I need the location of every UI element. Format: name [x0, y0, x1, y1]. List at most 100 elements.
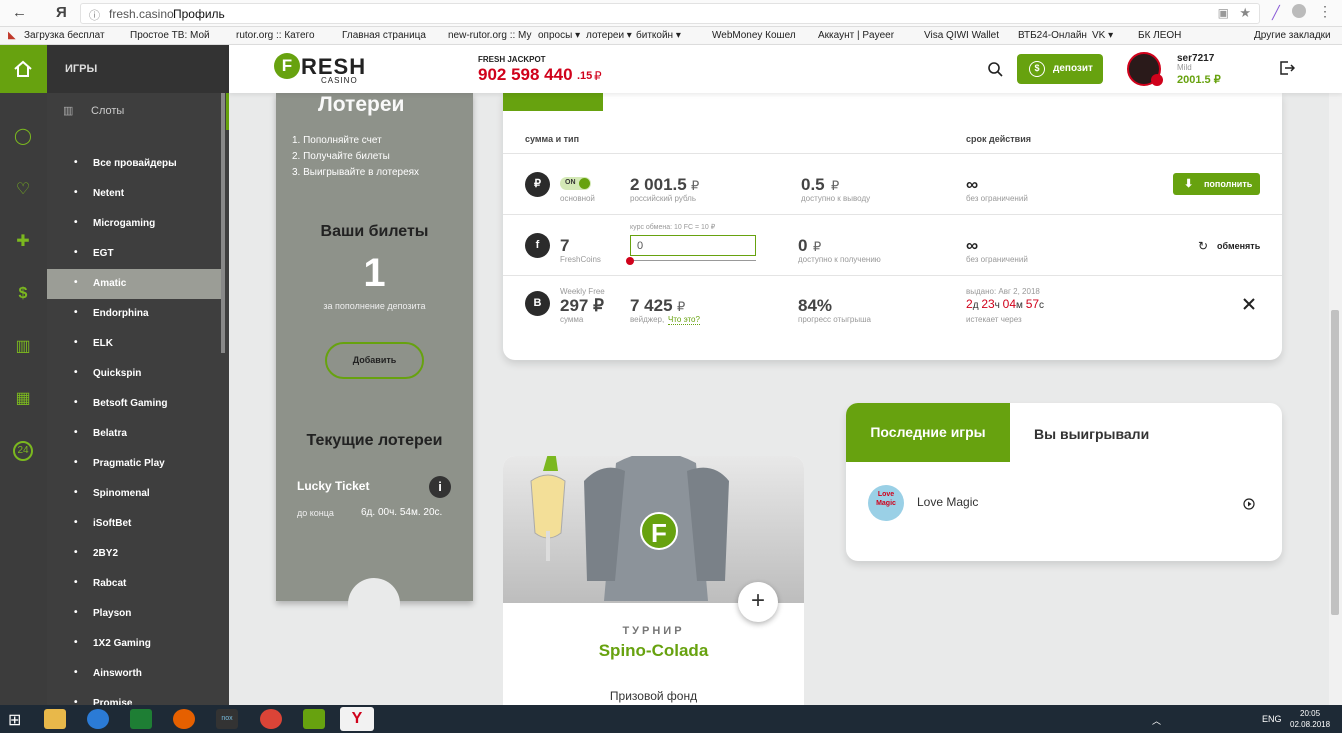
- gamepad-icon[interactable]: ✚: [13, 232, 33, 252]
- tournament-card[interactable]: F + ТУРНИР Spino-Colada Призовой фонд: [503, 456, 804, 705]
- provider-item[interactable]: Playson: [47, 599, 221, 629]
- back-button[interactable]: ←: [12, 4, 27, 21]
- pen-icon[interactable]: ╱: [1272, 5, 1280, 21]
- bookmark-item[interactable]: Простое ТВ: Мой: [130, 30, 210, 41]
- provider-item[interactable]: Microgaming: [47, 209, 221, 239]
- topup-button[interactable]: ⬇ пополнить: [1173, 173, 1260, 195]
- yandex-button[interactable]: Я: [56, 4, 67, 21]
- provider-item[interactable]: Promise: [47, 689, 221, 705]
- chrome-icon[interactable]: [260, 709, 282, 729]
- menu-icon[interactable]: ⋮: [1318, 3, 1332, 20]
- sidebar-slots[interactable]: ▥ Слоты: [47, 93, 229, 130]
- other-bookmarks[interactable]: Другие закладки: [1254, 30, 1331, 41]
- bookmark-item[interactable]: Загрузка бесплат: [24, 30, 105, 41]
- provider-item[interactable]: iSoftBet: [47, 509, 221, 539]
- bookmark-folder[interactable]: биткойн ▾: [636, 30, 681, 41]
- store-icon[interactable]: [130, 709, 152, 729]
- icon-rail: ◯ ♡ ✚ $ ▥ ▦ 24: [0, 45, 47, 705]
- bookmark-item[interactable]: rutor.org :: Катего: [236, 30, 315, 41]
- play-icon[interactable]: [1243, 498, 1255, 510]
- bookmark-item[interactable]: new-rutor.org :: Му: [448, 30, 531, 41]
- exchange-input[interactable]: [630, 235, 756, 256]
- dollar-icon[interactable]: $: [13, 284, 33, 304]
- bookmark-item[interactable]: Главная страница: [342, 30, 426, 41]
- bookmark-item[interactable]: WebMoney Кошел: [712, 30, 796, 41]
- ie-icon[interactable]: [87, 709, 109, 729]
- tray-arrow-icon[interactable]: ︿: [1152, 714, 1161, 727]
- provider-item[interactable]: ELK: [47, 329, 221, 359]
- explorer-icon[interactable]: [44, 709, 66, 729]
- globe-icon[interactable]: [1292, 4, 1306, 18]
- expires-seconds: 57: [1025, 297, 1040, 311]
- avatar[interactable]: [1127, 52, 1163, 86]
- home-button[interactable]: [0, 45, 47, 93]
- provider-item[interactable]: Belatra: [47, 419, 221, 449]
- tournament-name[interactable]: Spino-Colada: [503, 641, 804, 661]
- support-24-icon[interactable]: 24: [13, 441, 33, 461]
- yandex-browser-icon[interactable]: Y: [340, 707, 374, 731]
- page-info-icon[interactable]: ⓘ: [89, 7, 100, 23]
- language-indicator[interactable]: ENG: [1262, 714, 1282, 724]
- firefox-icon[interactable]: [173, 709, 195, 729]
- nox-icon[interactable]: nox: [216, 709, 238, 729]
- provider-item[interactable]: Quickspin: [47, 359, 221, 389]
- bookmark-folder[interactable]: VK ▾: [1092, 30, 1113, 41]
- user-balance: 2001.5 ₽: [1177, 74, 1221, 86]
- sidebar-scrollbar[interactable]: [221, 93, 225, 353]
- bookmark-item[interactable]: БК ЛЕОН: [1138, 30, 1181, 41]
- bookmark-folder[interactable]: опросы ▾: [538, 30, 580, 41]
- clock-date[interactable]: 02.08.2018: [1290, 720, 1330, 729]
- provider-item[interactable]: 2BY2: [47, 539, 221, 569]
- provider-item[interactable]: 1X2 Gaming: [47, 629, 221, 659]
- wager-help-link[interactable]: Что это?: [668, 315, 700, 325]
- bookmark-item[interactable]: Аккаунт | Payeer: [818, 30, 894, 41]
- provider-item[interactable]: Pragmatic Play: [47, 449, 221, 479]
- sidebar-games-header[interactable]: ИГРЫ: [47, 45, 229, 93]
- windows-start-icon[interactable]: ⊞: [8, 710, 21, 730]
- tab-recent-games[interactable]: Последние игры: [846, 403, 1010, 462]
- bookmark-folder[interactable]: лотереи ▾: [586, 30, 632, 41]
- wallet-tab-indicator: [503, 93, 603, 111]
- provider-item[interactable]: Betsoft Gaming: [47, 389, 221, 419]
- logout-icon[interactable]: [1279, 60, 1295, 76]
- main-account-toggle[interactable]: ON: [560, 177, 591, 190]
- exchange-slider-handle[interactable]: [626, 257, 634, 265]
- provider-item[interactable]: Spinomenal: [47, 479, 221, 509]
- lock-icon[interactable]: ▣: [1218, 6, 1229, 20]
- logo-f-icon[interactable]: F: [274, 53, 300, 79]
- lucky-ticket-name[interactable]: Lucky Ticket: [297, 479, 369, 493]
- love-magic-thumb[interactable]: Love Magic: [868, 485, 904, 521]
- provider-item[interactable]: Ainsworth: [47, 659, 221, 689]
- exchange-slider-track[interactable]: [630, 260, 756, 261]
- close-icon[interactable]: [1243, 298, 1255, 310]
- user-icon[interactable]: ◯: [13, 127, 33, 147]
- lottery-step: 3. Выигрывайте в лотереях: [292, 167, 420, 178]
- gift-icon[interactable]: ▥: [13, 337, 33, 357]
- calendar-icon[interactable]: ▦: [13, 389, 33, 409]
- recent-game-name[interactable]: Love Magic: [917, 495, 978, 509]
- bookmark-item[interactable]: ВТБ24-Онлайн: [1018, 30, 1087, 41]
- provider-item[interactable]: EGT: [47, 239, 221, 269]
- app-a-icon[interactable]: [303, 709, 325, 729]
- deposit-button[interactable]: $ депозит: [1017, 54, 1103, 84]
- provider-item[interactable]: Все провайдеры: [47, 149, 221, 179]
- heart-icon[interactable]: ♡: [13, 180, 33, 200]
- search-icon[interactable]: [987, 61, 1003, 77]
- exchange-icon[interactable]: ↻: [1198, 239, 1208, 253]
- info-icon[interactable]: i: [429, 476, 451, 498]
- game-logo-text: Love Magic: [876, 491, 896, 507]
- exchange-button[interactable]: обменять: [1217, 241, 1260, 251]
- tournament-plus-button[interactable]: +: [738, 582, 778, 622]
- address-bar[interactable]: ⓘ fresh.casino Профиль ▣ ★: [80, 3, 1260, 24]
- provider-item[interactable]: Rabcat: [47, 569, 221, 599]
- provider-item[interactable]: Netent: [47, 179, 221, 209]
- page-scrollbar-thumb[interactable]: [1331, 310, 1339, 615]
- page-scrollbar[interactable]: [1329, 45, 1342, 705]
- clock-time[interactable]: 20:05: [1300, 709, 1320, 718]
- provider-item-active[interactable]: Amatic: [47, 269, 221, 299]
- add-ticket-button[interactable]: Добавить: [325, 342, 424, 379]
- bookmark-item[interactable]: Visa QIWI Wallet: [924, 30, 999, 41]
- provider-item[interactable]: Endorphina: [47, 299, 221, 329]
- tab-you-won[interactable]: Вы выигрывали: [1034, 426, 1149, 442]
- star-icon[interactable]: ★: [1239, 5, 1251, 21]
